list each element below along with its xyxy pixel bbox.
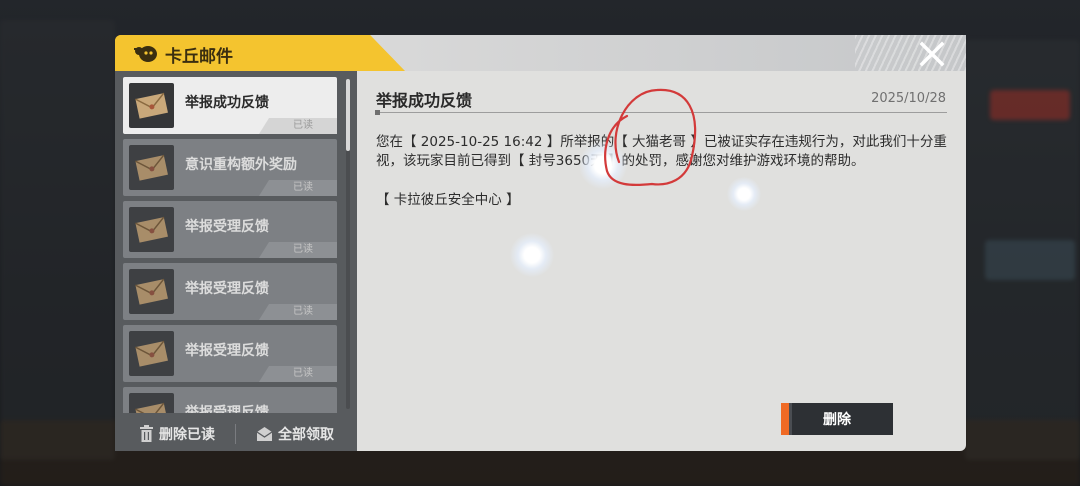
read-status: 已读 (259, 180, 337, 196)
mail-body: 您在【 2025-10-25 16:42 】所举报的【 大猫老哥 】已被证实存在… (376, 134, 947, 169)
envelope-icon (135, 216, 168, 243)
mail-content: 举报成功反馈 2025/10/28 您在【 2025-10-25 16:42 】… (357, 71, 966, 451)
mail-item-label: 举报受理反馈 (185, 219, 269, 235)
mail-list-panel: 举报成功反馈 已读 意识重构额外奖励 已读 举报受理反馈 已读 举报受理反馈 已… (115, 71, 357, 451)
delete-read-label: 删除已读 (159, 426, 215, 443)
close-icon (919, 41, 945, 67)
envelope-icon (135, 402, 168, 413)
read-status: 已读 (259, 118, 337, 134)
claim-all-button[interactable]: 全部领取 (256, 416, 334, 451)
mail-item-label: 举报受理反馈 (185, 281, 269, 297)
mail-dialog: 卡丘邮件 举报成功反馈 已读 意识重构额外奖励 已读 举报受理反馈 已读 举报受… (115, 35, 966, 451)
mail-list-item[interactable]: 意识重构额外奖励 已读 (123, 139, 337, 196)
mail-mascot-icon (134, 46, 157, 62)
envelope-icon (135, 92, 168, 119)
mail-list-item[interactable]: 举报成功反馈 已读 (123, 77, 337, 134)
mail-open-icon (256, 426, 273, 441)
close-button[interactable] (918, 40, 946, 68)
delete-read-button[interactable]: 删除已读 (139, 416, 215, 451)
mail-list-item[interactable]: 举报受理反馈 (123, 387, 337, 413)
mail-signature: 【 卡拉彼丘安全中心 】 (376, 192, 520, 208)
envelope-icon (135, 154, 168, 181)
envelope-icon (135, 340, 168, 367)
touch-glow (579, 141, 627, 189)
mail-list: 举报成功反馈 已读 意识重构额外奖励 已读 举报受理反馈 已读 举报受理反馈 已… (123, 77, 337, 413)
mail-item-label: 举报受理反馈 (185, 405, 269, 413)
divider (375, 112, 947, 113)
red-circle-annotation (604, 88, 697, 187)
mail-date: 2025/10/28 (871, 91, 946, 106)
delete-button[interactable]: 删除 (781, 403, 893, 435)
read-status: 已读 (259, 366, 337, 382)
touch-glow (727, 177, 761, 211)
dialog-body: 举报成功反馈 已读 意识重构额外奖励 已读 举报受理反馈 已读 举报受理反馈 已… (115, 71, 966, 451)
list-scrollbar[interactable] (346, 79, 350, 151)
claim-all-label: 全部领取 (278, 426, 334, 443)
trash-icon (140, 425, 153, 442)
window-title: 卡丘邮件 (165, 47, 233, 67)
read-status: 已读 (259, 242, 337, 258)
envelope-icon (135, 278, 168, 305)
mail-item-label: 举报受理反馈 (185, 343, 269, 359)
title-bar: 卡丘邮件 (115, 35, 966, 71)
list-footer: 删除已读 全部领取 (115, 416, 357, 451)
touch-glow (510, 233, 554, 277)
mail-list-item[interactable]: 举报受理反馈 已读 (123, 325, 337, 382)
mail-list-item[interactable]: 举报受理反馈 已读 (123, 201, 337, 258)
mail-item-label: 意识重构额外奖励 (185, 157, 297, 173)
mail-list-item[interactable]: 举报受理反馈 已读 (123, 263, 337, 320)
delete-label: 删除 (823, 412, 851, 428)
mail-title: 举报成功反馈 (376, 91, 473, 110)
mail-item-label: 举报成功反馈 (185, 95, 269, 111)
read-status: 已读 (259, 304, 337, 320)
